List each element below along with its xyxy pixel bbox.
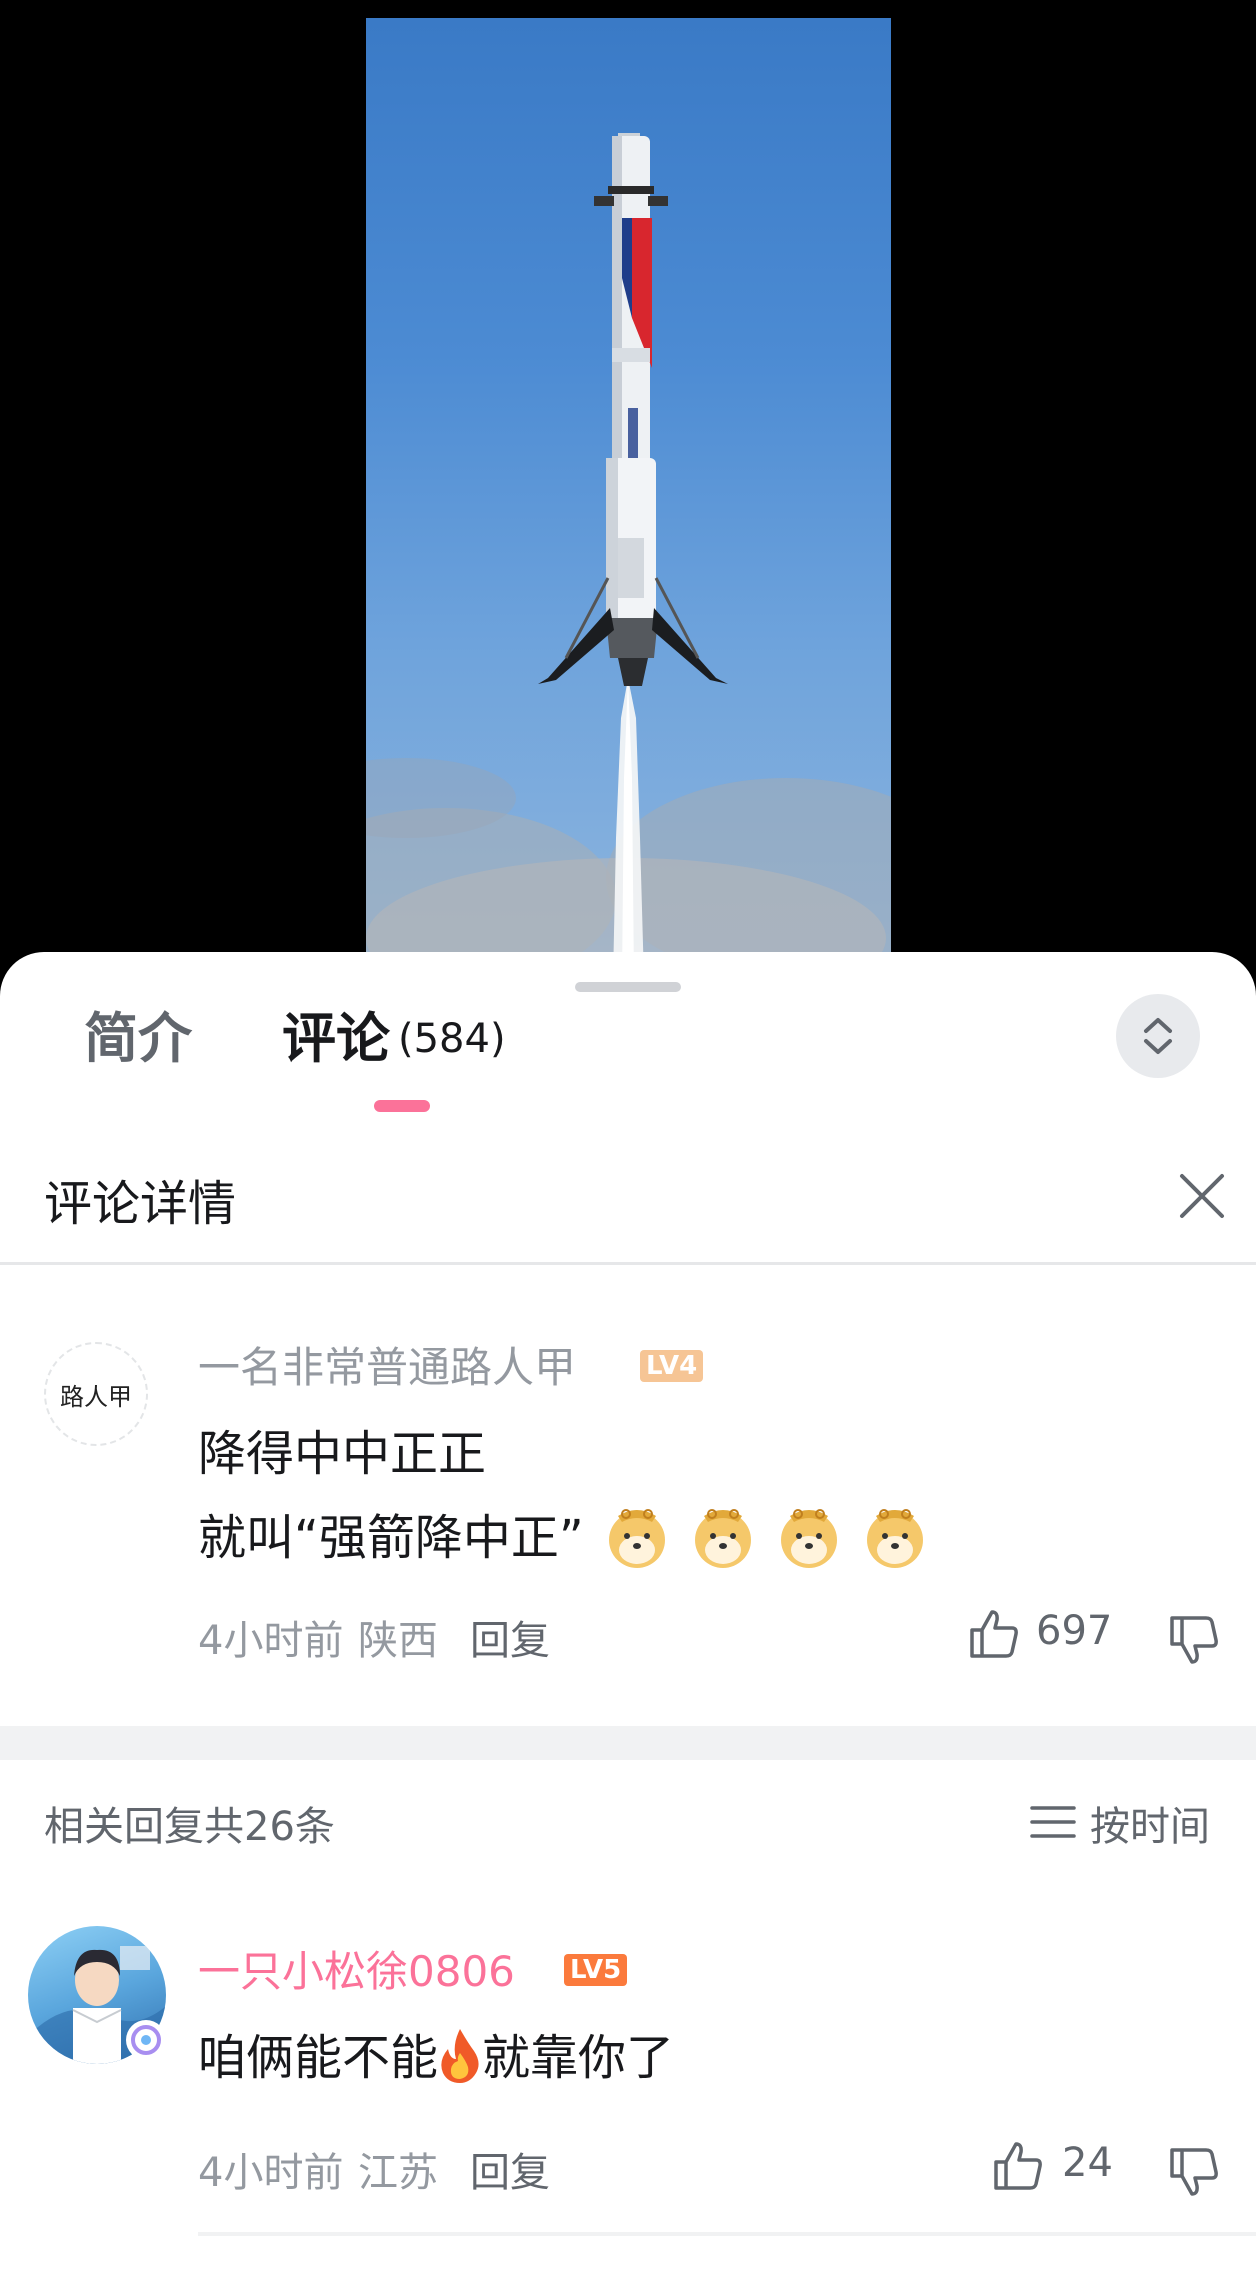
- reply-username[interactable]: 一只小松徐0806: [198, 1938, 515, 1999]
- comments-count: (584): [398, 1016, 506, 1062]
- doge-emoji-icon: [776, 1500, 842, 1582]
- comment-text-line1: 降得中中正正: [198, 1426, 487, 1482]
- like-count: 24: [1062, 2140, 1113, 2186]
- doge-emoji-icon: [690, 1500, 756, 1582]
- active-tab-indicator: [374, 1100, 430, 1112]
- tab-intro[interactable]: 简介: [84, 994, 192, 1073]
- verified-badge-icon: [126, 2020, 166, 2060]
- thumbs-up-icon[interactable]: [966, 1606, 1022, 1662]
- comment-text: 就叫“强箭降中正”: [198, 1510, 584, 1566]
- sort-by-time-button[interactable]: 按时间: [1090, 1794, 1210, 1852]
- video-player[interactable]: [0, 0, 1256, 980]
- comment-time: 4小时前: [198, 1618, 344, 1664]
- level-badge: LV4: [640, 1350, 704, 1382]
- doge-emoji-icon: [604, 1500, 670, 1582]
- reply-text: 咱俩能不能 就靠你了: [198, 2018, 674, 2095]
- like-count: 697: [1036, 1608, 1113, 1654]
- video-frame-rocket-landing: [366, 18, 891, 980]
- tab-comments[interactable]: 评论: [282, 994, 390, 1073]
- sort-icon[interactable]: [1030, 1802, 1076, 1842]
- level-badge: LV5: [564, 1954, 628, 1986]
- expand-collapse-button[interactable]: [1116, 994, 1200, 1078]
- comment-sheet: 简介 评论 (584) 评论详情 路人甲 一名非常普通路人甲 LV4 降得中中正…: [0, 952, 1256, 2280]
- avatar[interactable]: 路人甲: [44, 1342, 148, 1446]
- reply-text-after: 就靠你了: [482, 2030, 675, 2086]
- thumbs-down-icon[interactable]: [1166, 2144, 1222, 2200]
- thumbs-up-icon[interactable]: [990, 2138, 1046, 2194]
- doge-emoji-icon: [862, 1500, 928, 1582]
- comment-username[interactable]: 一名非常普通路人甲: [198, 1334, 576, 1395]
- rocket-illustration: [366, 133, 891, 980]
- reply-button[interactable]: 回复: [470, 1608, 550, 1666]
- replies-count: 相关回复共26条: [44, 1804, 335, 1850]
- reply-button[interactable]: 回复: [470, 2140, 550, 2198]
- fire-emoji-icon: [438, 2027, 482, 2095]
- reply-location: 江苏: [358, 2150, 438, 2196]
- comment-location: 陕西: [358, 1618, 438, 1664]
- reply-text-before: 咱俩能不能: [198, 2030, 439, 2086]
- thumbs-down-icon[interactable]: [1166, 1612, 1222, 1668]
- comment-detail-title: 评论详情: [44, 1176, 237, 1232]
- section-separator: [0, 1726, 1256, 1760]
- avatar-label: 路人甲: [60, 1382, 132, 1411]
- comment-text-line2: 就叫“强箭降中正”: [198, 1498, 928, 1582]
- divider: [0, 1262, 1256, 1265]
- reply-time: 4小时前: [198, 2150, 344, 2196]
- divider: [198, 2232, 1256, 2236]
- drag-handle[interactable]: [575, 982, 681, 992]
- chevron-up-down-icon: [1144, 1018, 1172, 1054]
- close-icon[interactable]: [1172, 1166, 1232, 1226]
